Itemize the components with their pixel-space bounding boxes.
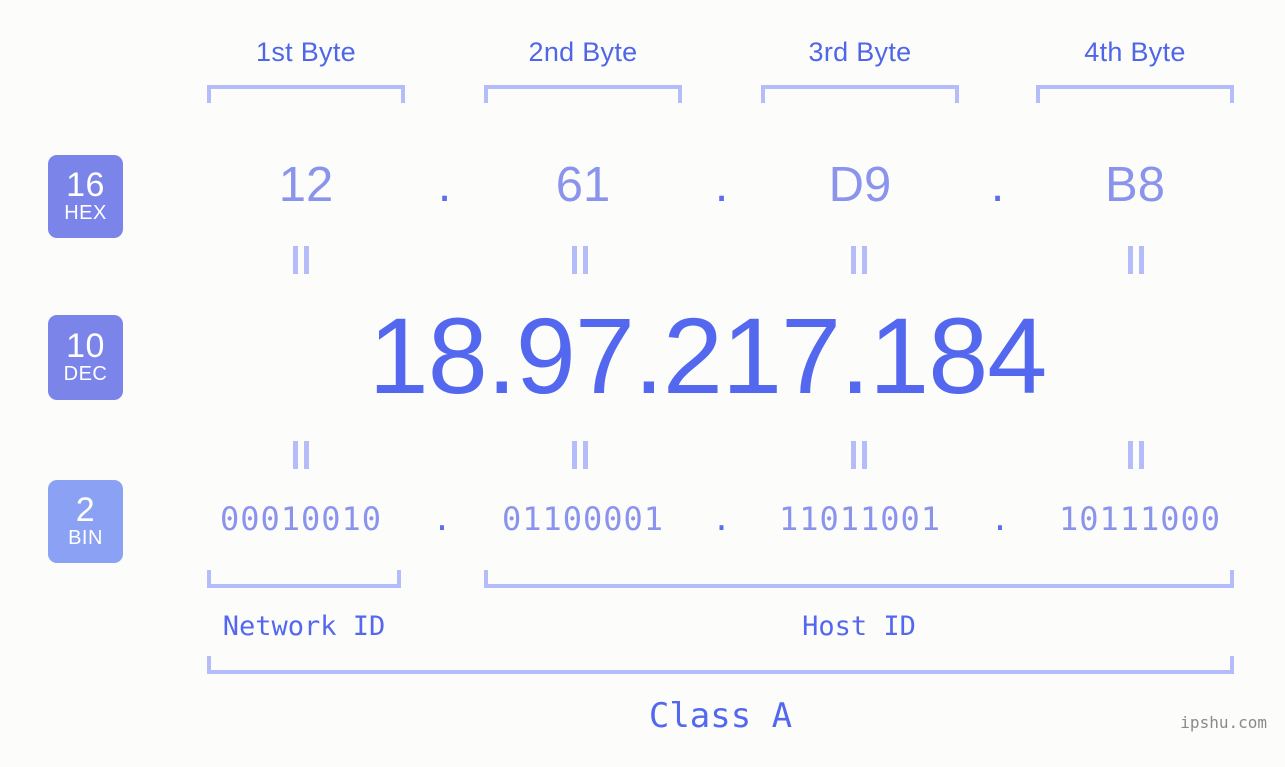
dec-address-line: 18.97.217.184	[368, 295, 1048, 416]
byte-header-label-4: 4th Byte	[1084, 37, 1186, 67]
bin-separator-1: .	[432, 500, 452, 538]
hex-octet-3: D9	[828, 158, 892, 212]
hex-octet-1: 12	[278, 158, 334, 212]
byte-bracket-4	[1036, 85, 1234, 103]
equals-mark-hex-dec-1	[290, 246, 312, 274]
radix-badge-hex: 16 HEX	[48, 155, 123, 238]
byte-bracket-3	[761, 85, 959, 103]
equals-mark-dec-bin-2	[569, 441, 591, 469]
radix-badge-bin-number: 2	[75, 491, 96, 529]
hex-separator-3: .	[990, 158, 1005, 212]
equals-mark-hex-dec-4	[1125, 246, 1147, 274]
radix-badge-hex-number: 16	[66, 166, 105, 204]
radix-badge-hex-name: HEX	[64, 202, 107, 224]
byte-header-label-1: 1st Byte	[256, 37, 356, 67]
byte-bracket-1	[207, 85, 405, 103]
class-bracket	[207, 656, 1234, 674]
radix-badge-bin-name: BIN	[68, 527, 103, 549]
site-watermark: ipshu.com	[1180, 713, 1267, 732]
bin-separator-3: .	[990, 500, 1010, 538]
byte-bracket-2	[484, 85, 682, 103]
class-label: Class A	[648, 696, 793, 736]
radix-badge-bin: 2 BIN	[48, 480, 123, 563]
hex-octet-2: 61	[555, 158, 611, 212]
equals-mark-dec-bin-3	[848, 441, 870, 469]
equals-mark-hex-dec-2	[569, 246, 591, 274]
network-id-label: Network ID	[222, 611, 386, 642]
hex-separator-1: .	[437, 158, 452, 212]
bin-octet-2: 01100001	[501, 500, 665, 538]
hex-separator-2: .	[714, 158, 729, 212]
network-id-bracket	[207, 570, 401, 588]
host-id-label: Host ID	[802, 611, 916, 642]
ip-breakdown-diagram: 1st Byte 2nd Byte 3rd Byte 4th Byte 16 H…	[0, 0, 1285, 767]
bin-octet-4: 10111000	[1058, 500, 1222, 538]
bin-octet-3: 11011001	[778, 500, 942, 538]
equals-mark-dec-bin-4	[1125, 441, 1147, 469]
bin-separator-2: .	[711, 500, 732, 538]
byte-header-label-3: 3rd Byte	[808, 37, 912, 67]
host-id-bracket	[484, 570, 1234, 588]
equals-mark-hex-dec-3	[848, 246, 870, 274]
bin-octet-1: 00010010	[219, 500, 383, 538]
byte-header-label-2: 2nd Byte	[528, 37, 638, 67]
hex-octet-4: B8	[1105, 158, 1165, 212]
equals-mark-dec-bin-1	[290, 441, 312, 469]
